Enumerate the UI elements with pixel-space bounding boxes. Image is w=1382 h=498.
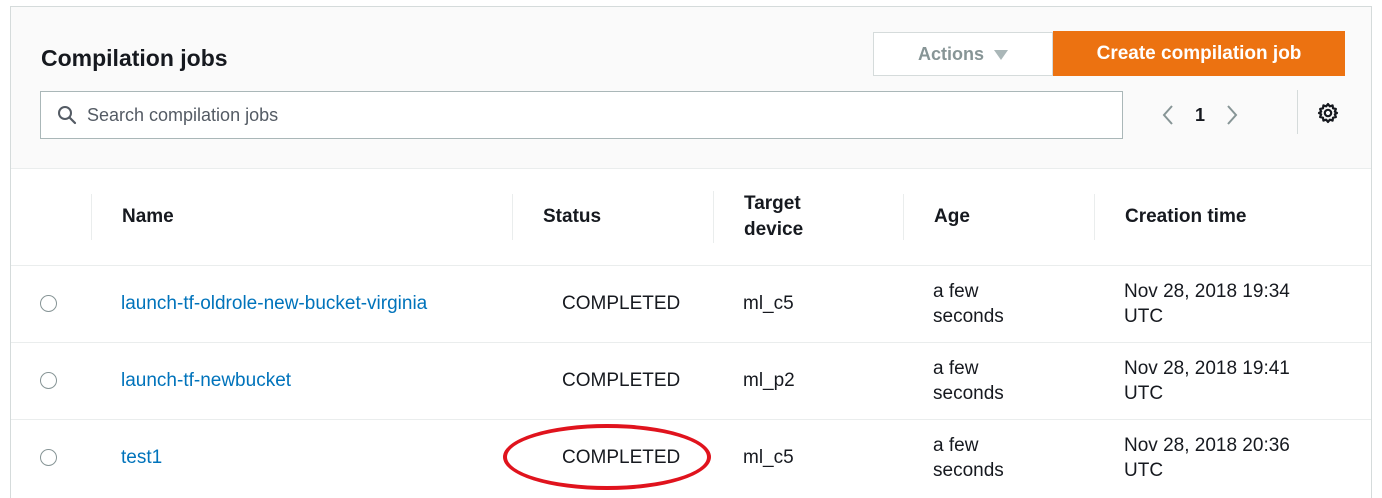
column-header-age[interactable]: Age: [903, 193, 1094, 240]
column-header-target-device-label: Target device: [744, 192, 804, 240]
compilation-jobs-panel: Compilation jobs Actions Create compilat…: [10, 6, 1372, 498]
target-device-cell: ml_p2: [743, 370, 795, 391]
target-device-cell: ml_c5: [743, 293, 794, 314]
job-name-link[interactable]: launch-tf-newbucket: [91, 368, 512, 393]
table-row: launch-tf-newbucket COMPLETED ml_p2 a fe…: [11, 342, 1371, 419]
column-header-name[interactable]: Name: [91, 193, 512, 240]
status-cell: COMPLETED: [562, 370, 681, 391]
status-cell: COMPLETED: [562, 293, 681, 314]
actions-label: Actions: [917, 43, 984, 64]
table-row: test1 COMPLETED ml_c5 a few seconds Nov …: [11, 419, 1371, 496]
table-row: launch-tf-oldrole-new-bucket-virginia CO…: [11, 265, 1371, 342]
jobs-table: Name Status Target device Age Creation t…: [11, 169, 1371, 496]
column-header-creation-time[interactable]: Creation time: [1094, 193, 1371, 240]
page-number[interactable]: 1: [1195, 105, 1205, 126]
divider: [1297, 90, 1298, 134]
row-radio-button[interactable]: [40, 372, 57, 389]
row-radio-button[interactable]: [40, 449, 57, 467]
status-cell: COMPLETED: [562, 447, 681, 469]
age-cell: a few seconds: [933, 280, 1004, 327]
column-header-target-device[interactable]: Target device: [713, 190, 903, 243]
page-title: Compilation jobs: [41, 45, 228, 71]
target-device-cell: ml_c5: [743, 447, 794, 469]
age-cell: a few seconds: [933, 434, 1004, 481]
search-input[interactable]: [87, 92, 1122, 138]
column-header-select: [11, 169, 91, 265]
table-header-row: Name Status Target device Age Creation t…: [11, 169, 1371, 265]
creation-time-cell: Nov 28, 2018 20:36 UTC: [1124, 434, 1290, 481]
creation-time-cell: Nov 28, 2018 19:34 UTC: [1124, 280, 1290, 327]
column-header-status[interactable]: Status: [512, 193, 713, 240]
create-compilation-job-button[interactable]: Create compilation job: [1053, 31, 1345, 76]
search-box: [40, 91, 1123, 139]
job-name-link[interactable]: launch-tf-oldrole-new-bucket-virginia: [91, 291, 512, 316]
creation-time-cell: Nov 28, 2018 19:41 UTC: [1124, 357, 1290, 404]
row-radio-button[interactable]: [40, 295, 57, 312]
job-name-link[interactable]: test1: [91, 445, 512, 470]
pagination: 1: [1161, 91, 1239, 139]
caret-down-icon: [994, 50, 1008, 60]
panel-header: Compilation jobs Actions Create compilat…: [11, 7, 1371, 169]
age-cell: a few seconds: [933, 357, 1004, 404]
gear-icon[interactable]: [1317, 102, 1339, 124]
actions-dropdown-button[interactable]: Actions: [873, 32, 1053, 76]
chevron-left-icon[interactable]: [1161, 103, 1175, 127]
chevron-right-icon[interactable]: [1225, 103, 1239, 127]
search-icon: [47, 92, 87, 138]
